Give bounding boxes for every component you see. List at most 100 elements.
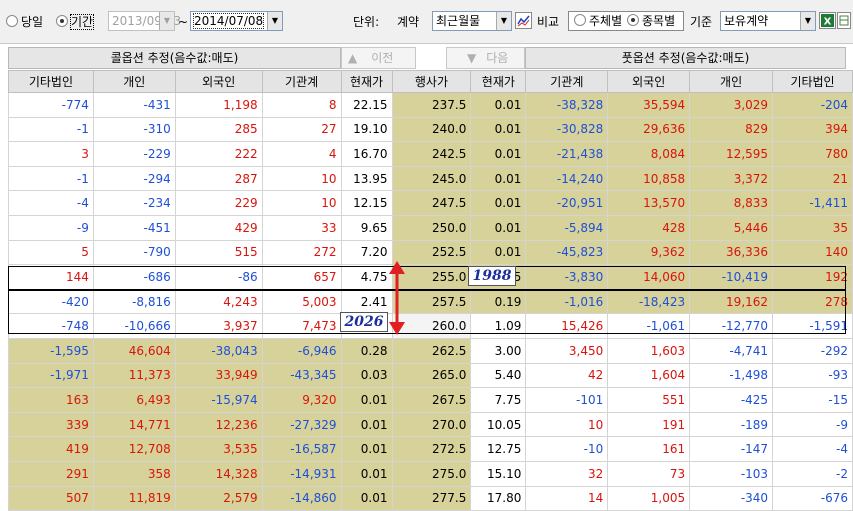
table-row[interactable]: 144-686-866574.75255.00.05-3,83014,060-1… [0, 264, 853, 290]
table-cell: -12,770 [689, 313, 774, 339]
table-row[interactable]: -9 -451 429 33 9.65 250.0 0.01 -5,894 428 5,446 35 [0, 214, 853, 241]
column-header[interactable]: 기관계 [261, 70, 342, 93]
column-header[interactable]: 행사가 [391, 70, 472, 93]
table-cell: 8,084 [607, 141, 691, 167]
table-cell: -1,595 [8, 337, 94, 364]
table-cell: -1 [8, 116, 94, 143]
table-row[interactable]: -4 -234 229 10 12.15 247.5 0.01 -20,951 13,570 8,… [0, 190, 853, 216]
table-cell: -43,345 [261, 362, 342, 389]
price-cell: 4.75 [340, 264, 393, 290]
table-cell: 551 [607, 387, 691, 413]
strike-cell: 242.5 [391, 141, 472, 167]
radio-by-entity[interactable]: 주체별 [574, 12, 622, 30]
settings-icon[interactable] [837, 12, 851, 29]
table-row[interactable]: -420 -8,816 4,243 5,003 2.41 257.5 0.19 -1,016-… [0, 288, 853, 315]
table-cell: -14,931 [261, 460, 342, 487]
row-gutter [0, 461, 9, 486]
radio-by-item[interactable]: 종목별 [627, 12, 675, 30]
table-cell: -340 [689, 485, 774, 511]
month-select[interactable]: 최근월물 ▼ [432, 11, 512, 31]
table-row[interactable]: 419 12,708 3,535 -16,587 0.01 272.5 12.75 -10 16… [0, 436, 853, 462]
svg-text:X: X [824, 17, 832, 28]
table-cell: -10,666 [92, 313, 176, 339]
table-cell: 19,162 [689, 288, 774, 315]
price-cell: 7.20 [340, 239, 393, 266]
table-cell: 14,771 [92, 411, 176, 438]
table-cell: 192 [772, 264, 853, 290]
radio-period[interactable]: 기간 [56, 13, 95, 31]
settings-grid-icon [839, 15, 849, 26]
table-row[interactable]: -1 -310 285 27 19.10 240.0 0.01 -30,828 29,636 82… [0, 116, 853, 143]
strike-cell: 240.0 [391, 116, 472, 143]
table-cell: 1,198 [174, 92, 263, 118]
date-to-field[interactable]: 2014/07/08 ▼ [190, 11, 283, 31]
options-table: 기타법인 개인 외국인 기관계 현재가 행사가 현재가 기관계 외국인 개인 기타법인 -774 -4… [0, 70, 853, 511]
prev-button[interactable]: ▲ 이전 [341, 47, 416, 69]
table-row[interactable]: 163 6,493 -15,974 9,320 0.01 267.5 7.75 -101 551… [0, 387, 853, 413]
row-gutter [0, 264, 9, 290]
table-cell: 29,636 [607, 116, 691, 143]
row-gutter [0, 387, 9, 413]
date-from-field[interactable]: 2013/09/13 ▼ [108, 11, 181, 31]
column-header[interactable]: 개인 [689, 70, 774, 93]
table-cell: 419 [8, 436, 94, 462]
column-header[interactable]: 외국인 [607, 70, 691, 93]
table-row[interactable]: 291 358 14,328 -14,931 0.01 275.0 15.10 32 73 -10… [0, 460, 853, 487]
column-header[interactable]: 외국인 [174, 70, 263, 93]
row-gutter [0, 215, 9, 241]
table-row[interactable]: 5 -790 515 272 7.20 252.5 0.01 -45,823 9,362 36,3… [0, 239, 853, 266]
table-cell: 429 [174, 214, 263, 241]
table-row[interactable]: 339 14,771 12,236 -27,329 0.01 270.0 10.05 10 19… [0, 411, 853, 438]
table-cell: 780 [772, 141, 853, 167]
price-cell: 2.41 [340, 288, 393, 315]
table-row[interactable]: 507 11,819 2,579 -14,860 0.01 277.5 17.80 14 1,0… [0, 485, 853, 511]
radio-today[interactable]: 당일 [6, 13, 43, 31]
base-select[interactable]: 보유계약 ▼ [720, 11, 816, 31]
table-cell: 3,937 [174, 313, 263, 339]
excel-icon[interactable]: X [819, 12, 836, 29]
table-cell: -16,587 [261, 436, 342, 462]
table-cell: -14,860 [261, 485, 342, 511]
column-header[interactable]: 기관계 [525, 70, 609, 93]
table-cell: 46,604 [92, 337, 176, 364]
chevron-down-icon[interactable]: ▼ [800, 12, 815, 30]
column-header[interactable]: 현재가 [340, 70, 393, 93]
table-cell: -451 [92, 214, 176, 241]
table-row[interactable]: 3 -229 222 4 16.70 242.5 0.01 -21,438 8,084 12,59… [0, 141, 853, 167]
price-cell: 17.80 [470, 485, 527, 511]
chart-icon[interactable] [515, 12, 532, 29]
chevron-down-icon[interactable]: ▼ [496, 12, 511, 30]
column-header[interactable]: 개인 [92, 70, 176, 93]
table-cell: 3,372 [689, 165, 774, 192]
chevron-down-icon[interactable]: ▼ [267, 12, 282, 30]
price-cell: 5.40 [470, 362, 527, 389]
row-gutter [0, 190, 9, 216]
table-cell: -686 [92, 264, 176, 290]
table-cell: 4 [261, 141, 342, 167]
date-to-value: 2014/07/08 [192, 13, 265, 29]
table-cell: 163 [8, 387, 94, 413]
table-row[interactable]: -774 -431 1,198 8 22.15 237.5 0.01 -38,328 35,59… [0, 92, 853, 118]
column-header[interactable]: 현재가 [470, 70, 527, 93]
table-cell: -790 [92, 239, 176, 266]
table-cell: 14,328 [174, 460, 263, 487]
chevron-down-icon[interactable]: ▼ [159, 12, 174, 30]
table-row[interactable]: -1,595 46,604 -38,043 -6,946 0.28 262.5 3.00 3,… [0, 337, 853, 364]
table-row[interactable]: -1 -294 287 10 13.95 245.0 0.01 -14,240 10,858 3,… [0, 165, 853, 192]
column-header[interactable]: 기타법인 [772, 70, 853, 93]
table-cell: -294 [92, 165, 176, 192]
table-cell: 11,819 [92, 485, 176, 511]
next-button[interactable]: ▼ 다음 [446, 47, 525, 69]
table-cell: 222 [174, 141, 263, 167]
table-cell: 21 [772, 165, 853, 192]
radio-today-label: 당일 [21, 15, 44, 29]
table-cell: 3 [8, 141, 94, 167]
table-cell: 358 [92, 460, 176, 487]
table-cell: -676 [772, 485, 853, 511]
table-cell: -748 [8, 313, 94, 339]
table-row[interactable]: -748-10,6663,9377,4730.80260.01.0915,426… [0, 313, 853, 339]
table-cell: 12,708 [92, 436, 176, 462]
table-cell: -38,328 [525, 92, 609, 118]
column-header[interactable]: 기타법인 [8, 70, 94, 93]
table-row[interactable]: -1,971 11,373 33,949 -43,345 0.03 265.0 5.40 42… [0, 362, 853, 389]
